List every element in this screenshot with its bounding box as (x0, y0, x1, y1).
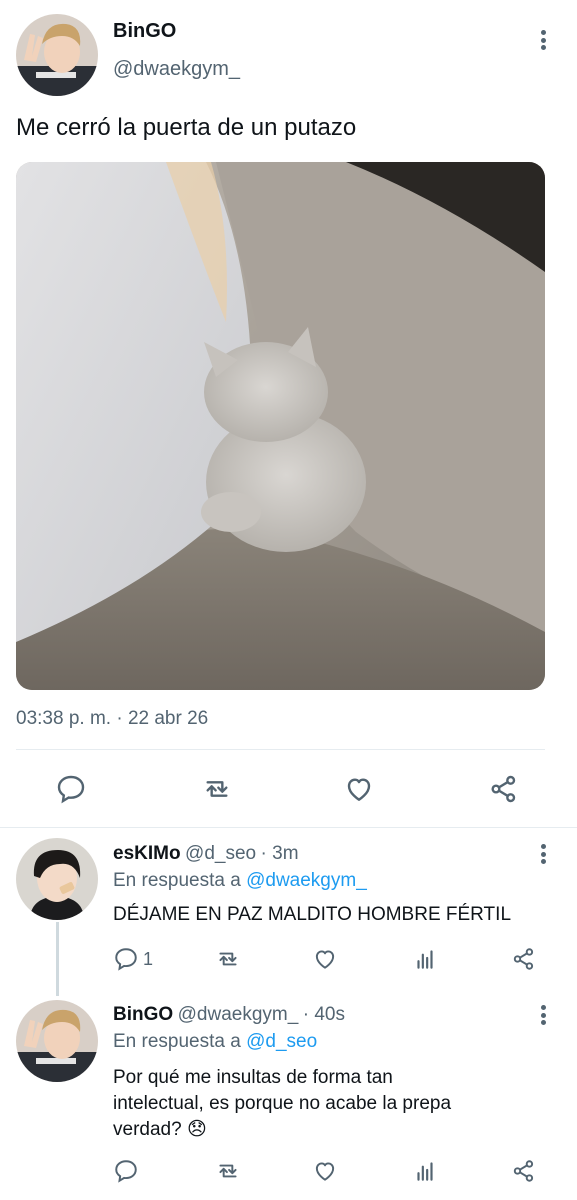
reply-text: Por qué me insultas de forma tan intelec… (113, 1065, 553, 1143)
author-handle[interactable]: @dwaekgym_ (113, 58, 240, 81)
share-button[interactable] (511, 1158, 537, 1184)
retweet-button[interactable] (214, 946, 242, 972)
more-options-icon[interactable] (533, 26, 553, 54)
retweet-button[interactable] (214, 1158, 242, 1184)
retweet-icon (206, 781, 228, 797)
retweet-icon (219, 952, 237, 966)
reply-time[interactable]: · 40s (303, 1004, 345, 1025)
share-icon (513, 948, 534, 970)
tweet-timestamp[interactable]: 03:38 p. m. · 22 abr 26 (16, 708, 208, 730)
share-button[interactable] (488, 773, 520, 805)
share-button[interactable] (511, 946, 537, 972)
reply-text-line: verdad? (113, 1119, 182, 1140)
retweet-icon (219, 1164, 237, 1178)
more-options-icon[interactable] (533, 1001, 553, 1029)
reply-icon (115, 948, 137, 971)
reply-to-handle-link[interactable]: @dwaekgym_ (246, 870, 367, 891)
like-icon (315, 1162, 335, 1181)
share-icon (491, 775, 516, 803)
like-button[interactable] (343, 773, 375, 805)
retweet-button[interactable] (200, 773, 234, 805)
reply-text-line: Por qué me insultas de forma tan (113, 1067, 393, 1088)
reply-text: DÉJAME EN PAZ MALDITO HOMBRE FÉRTIL (113, 904, 512, 925)
reply-author-name[interactable]: BinGO (113, 1004, 173, 1025)
reply-button[interactable] (55, 773, 87, 805)
like-icon (315, 950, 335, 969)
reply-button[interactable]: 1 (113, 946, 153, 972)
analytics-button[interactable] (412, 1158, 438, 1184)
reply-text-line: intelectual, es porque no acabe la prepa (113, 1093, 452, 1114)
like-button[interactable] (312, 1158, 338, 1184)
divider (0, 827, 577, 828)
analytics-icon (417, 1162, 433, 1181)
like-icon (347, 778, 371, 801)
like-button[interactable] (312, 946, 338, 972)
author-avatar[interactable] (16, 14, 98, 96)
tweet-media-image[interactable] (16, 162, 545, 690)
reply-author-handle[interactable]: @dwaekgym_ (178, 1004, 299, 1025)
reply-to-handle-link[interactable]: @d_seo (246, 1031, 317, 1052)
share-icon (513, 1160, 534, 1182)
reply-avatar[interactable] (16, 1000, 98, 1082)
reply-icon (115, 1160, 137, 1183)
more-options-icon[interactable] (533, 840, 553, 868)
reply-to-label: En respuesta a (113, 870, 241, 891)
tweet-text: Me cerró la puerta de un putazo (16, 114, 357, 141)
reply-icon (57, 775, 85, 804)
analytics-icon (417, 950, 433, 969)
author-name[interactable]: BinGO (113, 20, 176, 43)
reply-count: 1 (143, 948, 154, 969)
reply-author-name[interactable]: esKIMo (113, 843, 181, 864)
reply-to-label: En respuesta a (113, 1031, 241, 1052)
divider (16, 749, 545, 750)
reply-button[interactable] (113, 1158, 139, 1184)
disappointed-face-emoji: 😞 (186, 1119, 207, 1140)
reply-author-handle[interactable]: @d_seo (185, 843, 256, 864)
reply-avatar[interactable] (16, 838, 98, 920)
analytics-button[interactable] (412, 946, 438, 972)
reply-time[interactable]: · 3m (261, 843, 299, 864)
thread-connector (56, 922, 59, 996)
